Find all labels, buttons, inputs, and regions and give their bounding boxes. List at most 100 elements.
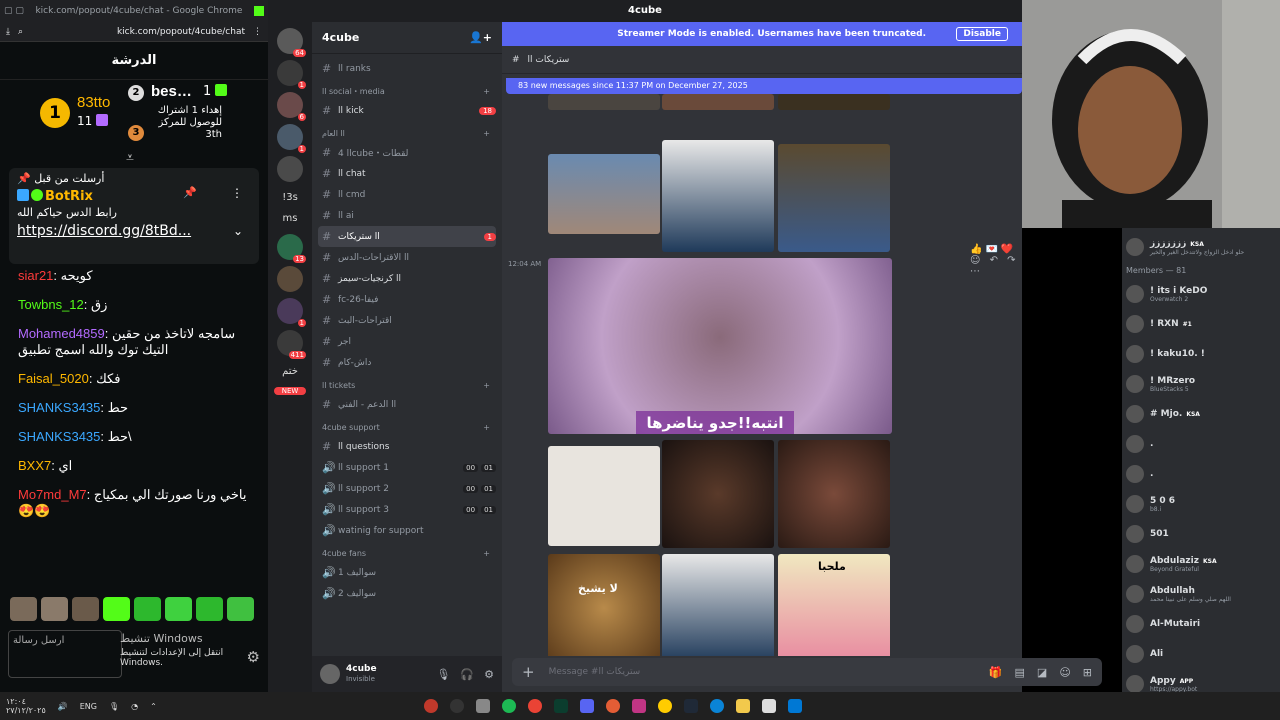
text-channel[interactable]: # اا chat (318, 163, 496, 184)
gear-icon[interactable]: ⚙ (247, 648, 260, 666)
large-image-attachment[interactable]: انتبه!!جدو يناضرها (548, 258, 892, 434)
chat-input[interactable]: ارسل رسالة (8, 630, 122, 678)
text-channel[interactable]: # اجر (318, 331, 496, 352)
server-icon[interactable]: 6 (277, 92, 306, 121)
member-item[interactable]: Al-Mutairi (1122, 613, 1280, 635)
app-obs-icon[interactable] (424, 699, 438, 713)
text-channel[interactable]: # fc-26-فيفا (318, 289, 496, 310)
chat-username[interactable]: BXX7 (18, 458, 51, 473)
member-item[interactable]: . (1122, 433, 1280, 455)
emote-7[interactable] (196, 597, 223, 621)
image-attachment[interactable]: ملحبا (778, 554, 890, 656)
chevron-down-icon[interactable]: ⌄ (233, 224, 243, 238)
voice-channel[interactable]: 🔊 اا support 1 00 01 (318, 457, 496, 478)
server-icon[interactable]: 1 (277, 124, 306, 153)
image-attachment[interactable] (778, 144, 890, 252)
text-channel[interactable]: # داش-كام (318, 352, 496, 373)
server-text-icon[interactable]: ختم (268, 366, 312, 377)
mic-icon[interactable]: 🎙 (109, 702, 119, 711)
more-icon[interactable]: ⋮ (231, 186, 243, 200)
browser-urlbar[interactable]: ⤓ ⌕ kick.com/popout/4cube/chat ⋮ (0, 22, 268, 42)
image-attachment[interactable] (778, 94, 890, 110)
channel-category[interactable]: اا tickets + (318, 376, 496, 394)
mic-icon[interactable]: 🎙 (436, 668, 450, 681)
server-icon[interactable]: 411 (277, 330, 306, 359)
app-settings-icon[interactable] (476, 699, 490, 713)
leader-1-name[interactable]: 83tto (77, 94, 110, 111)
text-channel[interactable]: # اا ai (318, 205, 496, 226)
collapse-icon[interactable]: ⩡ (126, 150, 134, 166)
text-channel[interactable]: # اا kick 18 (318, 100, 496, 121)
app-firefox-icon[interactable] (606, 699, 620, 713)
app-tiktok-icon[interactable] (684, 699, 698, 713)
image-attachment[interactable]: لا يشيخ (548, 554, 660, 656)
channel-category[interactable]: اا social・media + (318, 82, 496, 100)
settings-icon[interactable]: ⋮ (253, 27, 262, 37)
channel-category[interactable]: 4cube support + (318, 418, 496, 436)
wifi-icon[interactable]: ◔ (131, 702, 138, 711)
member-item[interactable]: ! RXN #1 (1122, 313, 1280, 335)
clock[interactable]: ١٢:٠٤ ٢٧/١٢/٢٠٢٥ (6, 697, 46, 715)
add-channel-icon[interactable]: + (483, 87, 490, 96)
leader-2-name[interactable]: bes… (151, 83, 192, 100)
member-item[interactable]: Abdulaziz KSA Beyond Grateful (1122, 553, 1280, 575)
emote-5[interactable] (134, 597, 161, 621)
chat-username[interactable]: Mohamed4859 (18, 326, 105, 341)
pin-icon[interactable]: 📌 (183, 186, 197, 199)
emoji-icon[interactable]: ☺ (1059, 666, 1070, 679)
message-actions[interactable]: 👍💌❤️ ☺ ↶ ↷ ⋯ (970, 244, 1022, 277)
image-attachment[interactable] (548, 446, 660, 546)
app-discord-icon[interactable] (580, 699, 594, 713)
member-item[interactable]: # Mjo. KSA (1122, 403, 1280, 425)
chat-username[interactable]: siar21 (18, 268, 53, 283)
message-composer[interactable]: + Message #ستريكات اا 🎁 ▤ ◪ ☺ ⊞ (512, 658, 1102, 686)
start-menu-icon[interactable] (788, 699, 802, 713)
url-text[interactable]: kick.com/popout/4cube/chat (31, 27, 245, 37)
member-item[interactable]: 501 (1122, 523, 1280, 545)
member-item[interactable]: Ali (1122, 643, 1280, 665)
volume-icon[interactable]: 🔊 (58, 702, 68, 711)
text-channel[interactable]: # اقتراحات-البث (318, 310, 496, 331)
image-attachment[interactable] (548, 94, 660, 110)
lang-indicator[interactable]: ENG (80, 702, 97, 711)
chat-username[interactable]: Mo7md_M7 (18, 487, 87, 502)
image-attachment[interactable] (662, 94, 774, 110)
pinned-link[interactable]: https://discord.gg/8tBd... (17, 223, 251, 239)
server-text-icon[interactable]: !3s (268, 192, 312, 203)
member-item[interactable]: ! MRzero BlueStacks 5 (1122, 373, 1280, 395)
app-spotify-icon[interactable] (502, 699, 516, 713)
chat-username[interactable]: SHANKS3435 (18, 400, 100, 415)
apps-icon[interactable]: ⊞ (1083, 666, 1092, 679)
channel-category[interactable]: 4cube fans + (318, 544, 496, 562)
sticker-icon[interactable]: ◪ (1037, 666, 1047, 679)
emote-6[interactable] (165, 597, 192, 621)
add-user-icon[interactable]: 👤+ (469, 31, 492, 44)
image-attachment[interactable] (778, 440, 890, 548)
add-channel-icon[interactable]: + (483, 549, 490, 558)
chat-username[interactable]: SHANKS3435 (18, 429, 100, 444)
server-text-icon[interactable]: ms (268, 213, 312, 224)
app-media-icon[interactable] (450, 699, 464, 713)
text-channel[interactable]: # اا questions (318, 436, 496, 457)
app-terminal-icon[interactable] (554, 699, 568, 713)
app-explorer-icon[interactable] (736, 699, 750, 713)
image-attachment[interactable] (662, 554, 774, 656)
add-channel-icon[interactable]: + (483, 381, 490, 390)
voice-channel[interactable]: 🔊 سواليف 2 (318, 583, 496, 604)
member-item[interactable]: ! its i KeDO Overwatch 2 (1122, 283, 1280, 305)
add-attachment-icon[interactable]: + (522, 663, 535, 681)
voice-channel[interactable]: 🔊 اا support 2 00 01 (318, 478, 496, 499)
text-channel[interactable]: # اا 4cube・لقطات (318, 142, 496, 163)
download-icon[interactable]: ⤓ (6, 27, 10, 37)
member-item[interactable]: 5 0 6 b8.i (1122, 493, 1280, 515)
search-icon[interactable]: ⌕ (18, 27, 23, 37)
text-channel[interactable]: # اا الاقتراحات-الدس (318, 247, 496, 268)
add-channel-icon[interactable]: + (483, 423, 490, 432)
text-channel[interactable]: # اا الدعم - الفني (318, 394, 496, 415)
emote-4[interactable] (103, 597, 130, 621)
app-snapchat-icon[interactable] (658, 699, 672, 713)
image-attachment[interactable] (662, 440, 774, 548)
server-icon[interactable]: 64 (277, 28, 306, 57)
image-attachment[interactable] (548, 154, 660, 234)
gear-icon[interactable]: ⚙ (484, 668, 494, 681)
